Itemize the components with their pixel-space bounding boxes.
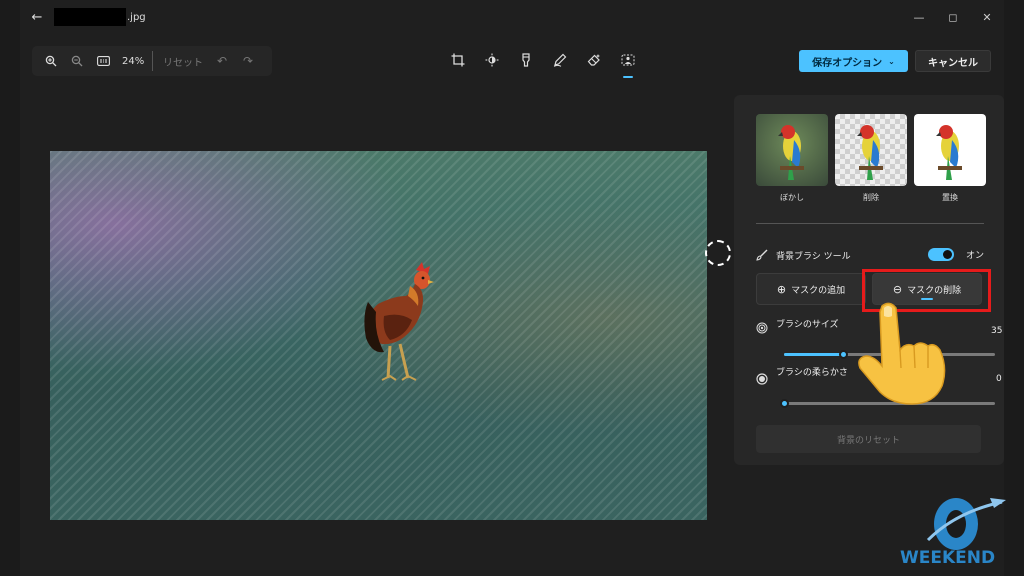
brush-size-slider-thumb[interactable] — [839, 350, 848, 359]
background-blur-icon — [621, 54, 635, 66]
zoom-in-button[interactable] — [38, 48, 64, 74]
brush-tool-label: 背景ブラシ ツール — [776, 251, 851, 262]
reset-background-button[interactable]: 背景のリセット — [756, 425, 981, 453]
brush-softness-icon — [756, 373, 768, 385]
plus-circle-icon: ⊕ — [776, 282, 787, 296]
window-controls: — ◻ ✕ — [902, 0, 1004, 34]
undo-icon: ↶ — [216, 54, 228, 68]
blur-option[interactable]: ぼかし — [756, 114, 828, 203]
pen-icon — [553, 53, 567, 67]
add-mask-button[interactable]: ⊕ マスクの追加 — [756, 273, 866, 305]
add-mask-label: マスクの追加 — [791, 285, 846, 296]
panel-divider — [756, 223, 984, 224]
replace-option[interactable]: 置換 — [914, 114, 986, 203]
crop-icon — [451, 53, 465, 67]
reset-zoom-button[interactable]: リセット — [163, 54, 203, 69]
redacted-filename — [54, 8, 126, 26]
title-bar: ← .jpg — ◻ ✕ — [20, 0, 1004, 34]
parrot-image — [778, 125, 804, 180]
parrot-image — [936, 125, 962, 180]
save-options-label: 保存オプション — [812, 57, 883, 69]
minimize-icon: — — [913, 10, 925, 24]
remove-option[interactable]: 削除 — [835, 114, 907, 203]
zoom-level: 24% — [122, 55, 145, 67]
redo-icon: ↷ — [242, 54, 254, 68]
filter-tool-button[interactable] — [512, 46, 540, 74]
markup-tool-button[interactable] — [546, 46, 574, 74]
brush-softness-label: ブラシの柔らかさ — [776, 368, 848, 378]
toggle-state-label: オン — [965, 251, 984, 261]
minimize-button[interactable]: — — [902, 0, 936, 34]
back-button[interactable]: ← — [20, 0, 54, 34]
back-arrow-icon: ← — [31, 9, 43, 25]
photos-editor-window: ← .jpg — ◻ ✕ 24% リセット ↶ ↷ 保存オプション ⌄ キャンセ… — [20, 0, 1006, 576]
eraser-icon — [587, 54, 600, 66]
replace-thumbnail — [914, 114, 986, 186]
blur-thumbnail — [756, 114, 828, 186]
zoom-out-button[interactable] — [64, 48, 90, 74]
undo-button[interactable]: ↶ — [209, 48, 235, 74]
actual-size-icon — [96, 56, 110, 66]
weekend-logo: WEEKEND — [898, 492, 1018, 572]
zoom-in-icon — [45, 55, 57, 67]
brush-tool-toggle[interactable] — [928, 248, 954, 261]
brush-tool-row: 背景ブラシ ツール オン — [756, 245, 984, 265]
zoom-out-icon — [71, 55, 83, 67]
maximize-button[interactable]: ◻ — [936, 0, 970, 34]
adjust-tool-button[interactable] — [478, 46, 506, 74]
erase-tool-button[interactable] — [580, 46, 608, 74]
actual-size-button[interactable] — [90, 48, 116, 74]
brush-size-label: ブラシのサイズ — [776, 320, 839, 330]
filter-icon — [522, 53, 530, 67]
parrot-image — [857, 125, 883, 180]
edit-tool-bar — [444, 46, 642, 78]
remove-thumbnail — [835, 114, 907, 186]
toolbar-divider — [152, 51, 153, 71]
save-options-button[interactable]: 保存オプション ⌄ — [799, 50, 908, 72]
brush-size-value: 35 — [991, 326, 1003, 336]
photo-canvas[interactable] — [50, 151, 707, 520]
pointing-hand-icon — [858, 302, 946, 405]
brush-size-slider-fill — [784, 353, 843, 356]
brush-cursor — [705, 240, 731, 266]
close-icon: ✕ — [982, 10, 992, 24]
background-tool-button[interactable] — [614, 46, 642, 78]
brush-softness-slider-thumb[interactable] — [780, 399, 789, 408]
watermark-text: WEEKEND — [900, 548, 996, 568]
chevron-down-icon: ⌄ — [888, 56, 895, 66]
cancel-button[interactable]: キャンセル — [915, 50, 991, 72]
replace-label: 置換 — [942, 193, 958, 202]
brush-size-icon — [756, 322, 768, 334]
blur-label: ぼかし — [780, 193, 804, 202]
rooster-image — [364, 262, 434, 381]
brush-icon — [756, 249, 768, 261]
brightness-icon — [485, 53, 499, 67]
remove-label: 削除 — [863, 193, 879, 202]
crop-tool-button[interactable] — [444, 46, 472, 74]
file-extension: .jpg — [127, 11, 146, 23]
close-button[interactable]: ✕ — [970, 0, 1004, 34]
redo-button[interactable]: ↷ — [235, 48, 261, 74]
zoom-toolbar: 24% リセット ↶ ↷ — [32, 46, 272, 76]
maximize-icon: ◻ — [948, 10, 958, 24]
logo-emblem — [926, 498, 1006, 550]
brush-softness-value: 0 — [996, 374, 1002, 384]
background-effect-options: ぼかし 削除 置換 — [756, 114, 986, 203]
